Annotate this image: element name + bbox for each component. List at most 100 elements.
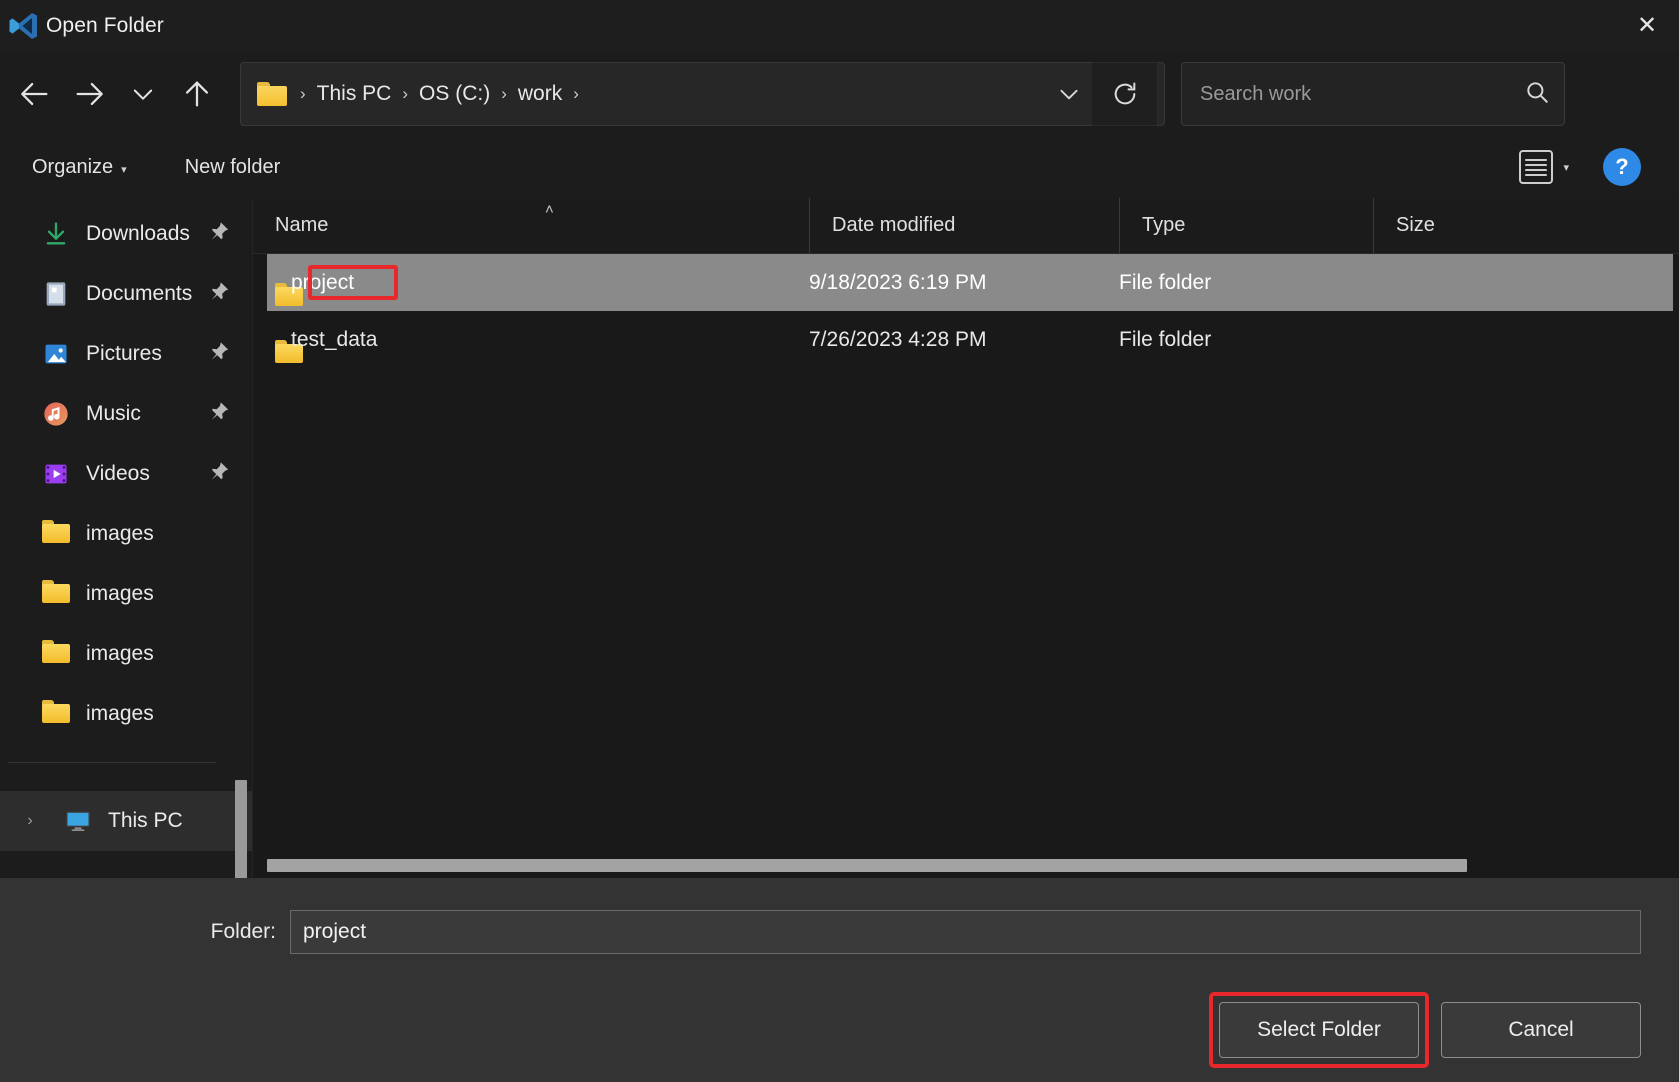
file-name-cell: project xyxy=(267,270,809,306)
command-bar: Organize ▾ New folder ▾ ? xyxy=(0,136,1679,198)
view-layout-icon[interactable] xyxy=(1519,150,1554,184)
select-folder-wrapper: Select Folder xyxy=(1209,992,1429,1068)
arrow-left-icon xyxy=(21,82,48,106)
refresh-icon xyxy=(1114,82,1135,105)
footer-buttons: Select Folder Cancel xyxy=(1209,992,1641,1068)
pictures-icon xyxy=(42,340,70,368)
column-headers: Name Date modified Type Size ˄ xyxy=(253,198,1679,254)
vscode-logo-icon xyxy=(6,9,40,43)
documents-icon xyxy=(42,280,70,308)
breadcrumb-separator: › xyxy=(501,84,507,103)
sidebar-item-this-pc[interactable]: › This PC xyxy=(0,791,252,851)
file-list-pane: Name Date modified Type Size ˄ project 9… xyxy=(252,198,1679,878)
folder-icon xyxy=(42,520,70,548)
recent-locations-button[interactable] xyxy=(116,67,170,121)
sidebar-item-documents[interactable]: Documents xyxy=(0,264,252,324)
sidebar-item-label: This PC xyxy=(108,809,183,832)
search-input[interactable]: Search work xyxy=(1200,83,1524,106)
horizontal-scrollbar-thumb[interactable] xyxy=(267,859,1467,872)
arrow-up-icon xyxy=(185,81,209,107)
sort-ascending-icon: ˄ xyxy=(545,201,554,218)
up-button[interactable] xyxy=(170,67,224,121)
column-header-size[interactable]: Size xyxy=(1373,198,1573,253)
organize-button[interactable]: Organize ▾ xyxy=(20,148,139,187)
address-bar[interactable]: › This PC › OS (C:) › work › xyxy=(240,62,1165,126)
breadcrumb-separator: › xyxy=(573,84,579,103)
videos-icon xyxy=(42,460,70,488)
sidebar-item-label: images xyxy=(86,642,154,665)
navigation-sidebar: Downloads Documents Pictures Music Video… xyxy=(0,198,252,878)
sidebar-scrollbar-thumb[interactable] xyxy=(235,780,247,878)
download-icon xyxy=(42,220,70,248)
pin-icon xyxy=(208,461,230,488)
table-row[interactable]: test_data 7/26/2023 4:28 PM File folder xyxy=(267,311,1673,368)
breadcrumb-item-work[interactable]: work xyxy=(514,80,566,108)
sidebar-item-pictures[interactable]: Pictures xyxy=(0,324,252,384)
folder-input[interactable]: project xyxy=(290,910,1641,954)
pin-icon xyxy=(208,401,230,428)
sidebar-item-videos[interactable]: Videos xyxy=(0,444,252,504)
file-date-cell: 7/26/2023 4:28 PM xyxy=(809,327,987,351)
select-folder-button[interactable]: Select Folder xyxy=(1219,1002,1419,1058)
breadcrumb-separator: › xyxy=(300,84,306,103)
file-name-cell: test_data xyxy=(267,328,809,363)
help-icon[interactable]: ? xyxy=(1603,148,1641,186)
folder-icon xyxy=(42,580,70,608)
breadcrumb-item-this-pc[interactable]: This PC xyxy=(313,80,396,108)
window-title: Open Folder xyxy=(46,14,164,37)
pin-icon xyxy=(208,281,230,308)
command-bar-right: ▾ ? xyxy=(1519,148,1659,186)
address-dropdown-button[interactable] xyxy=(1046,69,1092,119)
file-name-label: project xyxy=(291,270,355,294)
sidebar-item-music[interactable]: Music xyxy=(0,384,252,444)
pin-icon xyxy=(208,341,230,368)
music-icon xyxy=(42,400,70,428)
sidebar-item-images-2[interactable]: images xyxy=(0,564,252,624)
help-label: ? xyxy=(1615,154,1629,179)
sidebar-item-label: images xyxy=(86,582,154,605)
new-folder-button[interactable]: New folder xyxy=(173,148,293,187)
close-window-button[interactable]: ✕ xyxy=(1615,0,1679,52)
chevron-right-icon[interactable]: › xyxy=(16,812,44,830)
search-icon xyxy=(1524,79,1550,110)
column-header-type[interactable]: Type xyxy=(1119,198,1373,253)
folder-icon xyxy=(42,700,70,728)
sidebar-divider xyxy=(8,762,216,763)
search-box[interactable]: Search work xyxy=(1181,62,1565,126)
table-row[interactable]: project 9/18/2023 6:19 PM File folder xyxy=(267,254,1673,311)
dialog-body: Downloads Documents Pictures Music Video… xyxy=(0,198,1679,878)
breadcrumb-separator: › xyxy=(402,84,409,103)
navigation-bar: › This PC › OS (C:) › work › Search work xyxy=(0,52,1679,136)
chevron-down-icon xyxy=(133,89,153,100)
back-button[interactable] xyxy=(8,67,62,121)
sidebar-item-downloads[interactable]: Downloads xyxy=(0,204,252,264)
sidebar-scrollbar[interactable] xyxy=(235,488,250,878)
file-type-cell: File folder xyxy=(1119,270,1212,294)
sidebar-item-label: Music xyxy=(86,402,141,425)
sidebar-item-images-4[interactable]: images xyxy=(0,684,252,744)
column-header-name[interactable]: Name xyxy=(253,198,809,253)
folder-label: Folder: xyxy=(210,920,276,943)
open-folder-dialog: Open Folder ✕ › This PC › OS (C:) › work… xyxy=(0,0,1679,1082)
cancel-button[interactable]: Cancel xyxy=(1441,1002,1641,1058)
sidebar-item-images-3[interactable]: images xyxy=(0,624,252,684)
dialog-footer: Folder: project Select Folder Cancel xyxy=(0,878,1679,1082)
chevron-down-icon[interactable]: ▾ xyxy=(1563,161,1569,174)
sidebar-item-label: images xyxy=(86,702,154,725)
file-type-cell: File folder xyxy=(1119,327,1212,351)
new-folder-label: New folder xyxy=(184,155,281,178)
refresh-button[interactable] xyxy=(1092,62,1158,126)
sidebar-item-label: images xyxy=(86,522,154,545)
arrow-right-icon xyxy=(76,82,103,106)
file-date-cell: 9/18/2023 6:19 PM xyxy=(809,270,987,294)
sidebar-item-label: Pictures xyxy=(86,342,162,365)
column-header-date-modified[interactable]: Date modified xyxy=(809,198,1119,253)
sidebar-item-images-1[interactable]: images xyxy=(0,504,252,564)
folder-icon xyxy=(42,640,70,668)
forward-button[interactable] xyxy=(62,67,116,121)
breadcrumb-item-os-c[interactable]: OS (C:) xyxy=(415,80,494,108)
close-icon: ✕ xyxy=(1636,12,1658,39)
monitor-icon xyxy=(64,807,92,835)
file-rows: project 9/18/2023 6:19 PM File folder te… xyxy=(253,254,1679,878)
sidebar-item-label: Downloads xyxy=(86,222,190,245)
